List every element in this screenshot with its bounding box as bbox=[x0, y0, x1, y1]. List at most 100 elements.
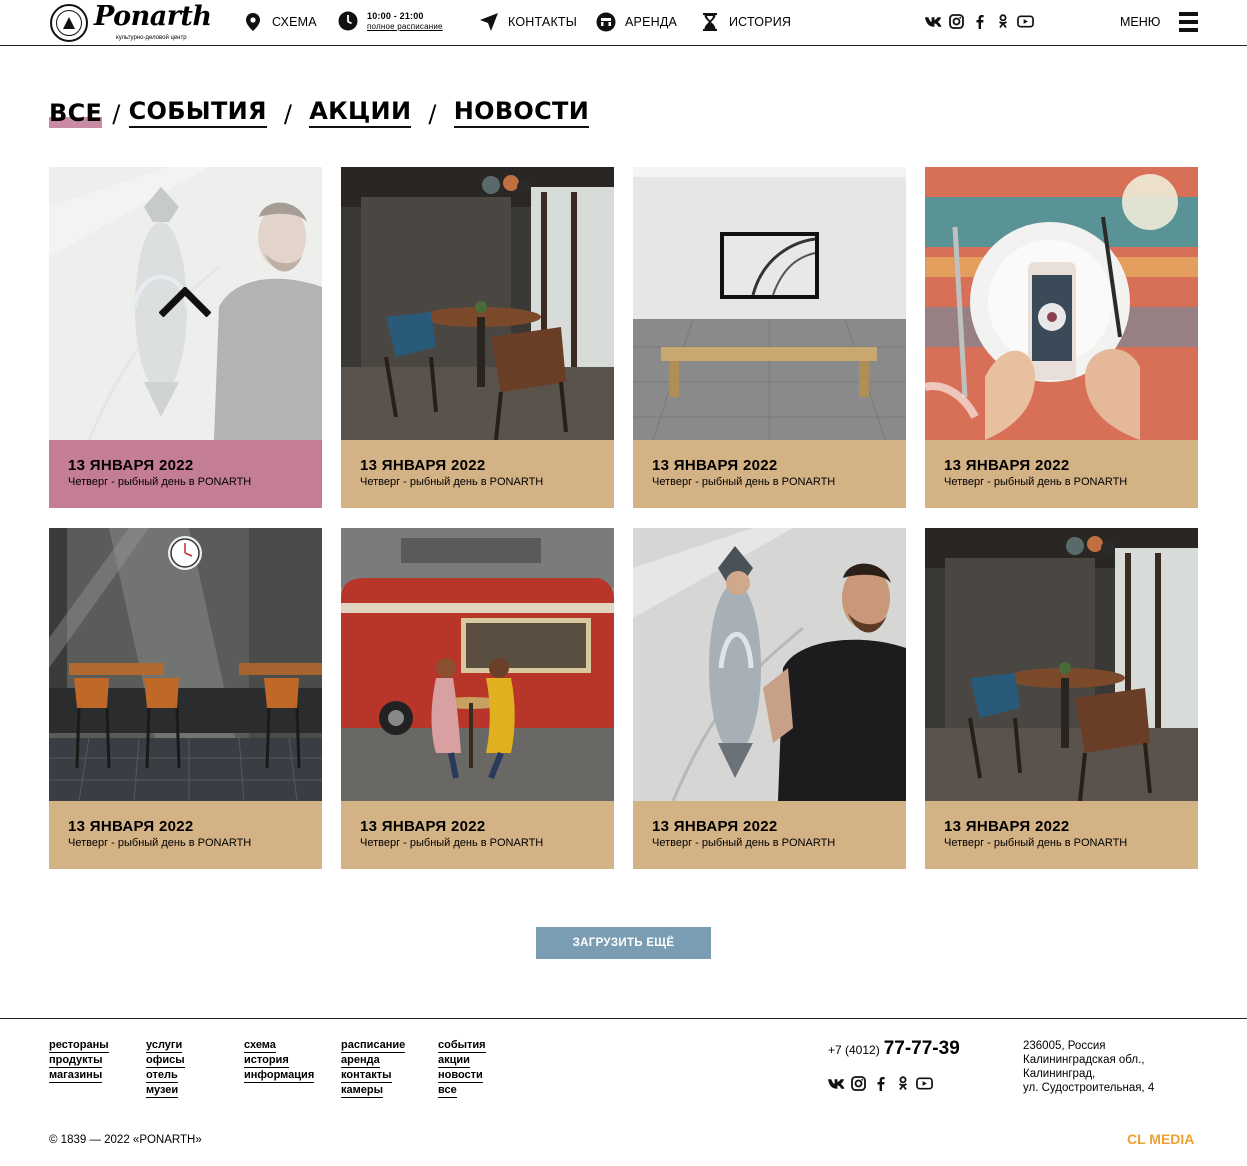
event-card[interactable]: 13 ЯНВАРЯ 2022 Четверг - рыбный день в P… bbox=[341, 528, 614, 869]
facebook-icon[interactable] bbox=[971, 13, 988, 30]
tab-separator: / bbox=[283, 100, 293, 128]
event-date: 13 ЯНВАРЯ 2022 bbox=[68, 457, 194, 474]
event-date: 13 ЯНВАРЯ 2022 bbox=[68, 818, 194, 835]
youtube-icon[interactable] bbox=[916, 1075, 933, 1092]
tab-news[interactable]: Новости bbox=[453, 97, 590, 128]
footer-link-contacts[interactable]: контакты bbox=[341, 1069, 392, 1083]
instagram-icon[interactable] bbox=[948, 13, 965, 30]
event-card[interactable]: 13 ЯНВАРЯ 2022 Четверг - рыбный день в P… bbox=[49, 528, 322, 869]
logo-subtitle: культурно-деловой центр bbox=[116, 35, 187, 41]
header-social-links bbox=[925, 13, 1034, 30]
vk-icon[interactable] bbox=[828, 1075, 845, 1092]
event-date: 13 ЯНВАРЯ 2022 bbox=[652, 818, 778, 835]
event-caption: 13 ЯНВАРЯ 2022 Четверг - рыбный день в P… bbox=[341, 801, 614, 869]
footer-links-col3: схема история информация bbox=[244, 1039, 315, 1083]
event-title: Четверг - рыбный день в PONARTH bbox=[360, 837, 544, 849]
event-card[interactable]: 13 ЯНВАРЯ 2022 Четверг - рыбный день в P… bbox=[49, 167, 322, 508]
rent-icon bbox=[596, 12, 616, 32]
phone-number: 77-77-39 bbox=[883, 1038, 960, 1059]
footer-link-rent[interactable]: аренда bbox=[341, 1054, 380, 1068]
facebook-icon[interactable] bbox=[872, 1075, 889, 1092]
nav-history[interactable]: История bbox=[700, 12, 791, 32]
event-image bbox=[341, 528, 614, 801]
event-image bbox=[49, 528, 322, 801]
footer-link-products[interactable]: продукты bbox=[49, 1054, 103, 1068]
address-line: Калининград, bbox=[1023, 1068, 1096, 1080]
tab-separator: / bbox=[428, 100, 437, 128]
hourglass-icon bbox=[700, 12, 720, 32]
nav-contacts[interactable]: Контакты bbox=[479, 12, 577, 32]
event-card[interactable]: 13 ЯНВАРЯ 2022 Четверг - рыбный день в P… bbox=[925, 167, 1198, 508]
event-card[interactable]: 13 ЯНВАРЯ 2022 Четверг - рыбный день в P… bbox=[925, 528, 1198, 869]
event-image bbox=[633, 167, 906, 440]
event-card[interactable]: 13 ЯНВАРЯ 2022 Четверг - рыбный день в P… bbox=[633, 528, 906, 869]
footer-link-news[interactable]: новости bbox=[438, 1069, 483, 1083]
nav-hours[interactable]: 10:00 - 21:00 полное расписание bbox=[338, 11, 443, 31]
tab-all[interactable]: Все bbox=[49, 99, 103, 128]
event-date: 13 ЯНВАРЯ 2022 bbox=[360, 818, 486, 835]
footer-link-promos[interactable]: акции bbox=[438, 1054, 470, 1068]
site-header: Ponarth культурно-деловой центр Схема 10… bbox=[0, 0, 1247, 46]
footer-link-restaurants[interactable]: рестораны bbox=[49, 1039, 109, 1053]
event-title: Четверг - рыбный день в PONARTH bbox=[652, 837, 836, 849]
vk-icon[interactable] bbox=[925, 13, 942, 30]
hamburger-menu-icon[interactable] bbox=[1179, 12, 1198, 32]
event-title: Четверг - рыбный день в PONARTH bbox=[68, 837, 252, 849]
footer-link-hotel[interactable]: отель bbox=[146, 1069, 178, 1083]
logo-wordmark: Ponarth bbox=[94, 1, 212, 32]
footer-link-all[interactable]: все bbox=[438, 1084, 457, 1098]
footer-link-history[interactable]: история bbox=[244, 1054, 289, 1068]
category-filter: Все / События / Акции / Новости bbox=[49, 97, 590, 128]
event-caption: 13 ЯНВАРЯ 2022 Четверг - рыбный день в P… bbox=[49, 440, 322, 508]
load-more-button[interactable]: Загрузить ещё bbox=[536, 927, 711, 959]
copyright: © 1839 — 2022 «PONARTH» bbox=[49, 1134, 202, 1146]
footer-links-col5: события акции новости все bbox=[438, 1039, 486, 1098]
instagram-icon[interactable] bbox=[850, 1075, 867, 1092]
odnoklassniki-icon[interactable] bbox=[994, 13, 1011, 30]
footer-link-offices[interactable]: офисы bbox=[146, 1054, 185, 1068]
footer-links-col4: расписание аренда контакты камеры bbox=[341, 1039, 406, 1098]
tab-promos[interactable]: Акции bbox=[309, 97, 412, 128]
youtube-icon[interactable] bbox=[1017, 13, 1034, 30]
footer-link-shops[interactable]: магазины bbox=[49, 1069, 103, 1083]
scroll-up-chevron-icon[interactable] bbox=[159, 287, 211, 317]
event-title: Четверг - рыбный день в PONARTH bbox=[944, 476, 1128, 488]
event-image bbox=[49, 167, 322, 440]
footer-phone[interactable]: +7 (4012) 77-77-39 bbox=[828, 1038, 960, 1060]
event-card[interactable]: 13 ЯНВАРЯ 2022 Четверг - рыбный день в P… bbox=[633, 167, 906, 508]
nav-history-label: История bbox=[729, 15, 792, 29]
logo-seal-icon bbox=[50, 4, 88, 42]
event-image bbox=[341, 167, 614, 440]
address-line: ул. Судостроительная, 4 bbox=[1023, 1082, 1155, 1094]
footer-link-schedule[interactable]: расписание bbox=[341, 1039, 406, 1053]
event-date: 13 ЯНВАРЯ 2022 bbox=[360, 457, 486, 474]
footer-link-services[interactable]: услуги bbox=[146, 1039, 183, 1053]
nav-rent[interactable]: Аренда bbox=[596, 12, 677, 32]
odnoklassniki-icon[interactable] bbox=[894, 1075, 911, 1092]
menu-label[interactable]: Меню bbox=[1120, 15, 1160, 29]
event-card[interactable]: 13 ЯНВАРЯ 2022 Четверг - рыбный день в P… bbox=[341, 167, 614, 508]
event-image bbox=[925, 528, 1198, 801]
event-title: Четверг - рыбный день в PONARTH bbox=[68, 476, 252, 488]
location-pin-icon bbox=[243, 12, 263, 32]
footer-link-information[interactable]: информация bbox=[244, 1069, 315, 1083]
footer-link-museums[interactable]: музеи bbox=[146, 1084, 179, 1098]
footer-link-events[interactable]: события bbox=[438, 1039, 486, 1053]
nav-scheme[interactable]: Схема bbox=[243, 12, 317, 32]
footer-links-col2: услуги офисы отель музеи bbox=[146, 1039, 185, 1098]
tab-events[interactable]: События bbox=[128, 97, 267, 128]
footer-link-scheme[interactable]: схема bbox=[244, 1039, 276, 1053]
event-image bbox=[633, 528, 906, 801]
footer-links-col1: рестораны продукты магазины bbox=[49, 1039, 109, 1083]
ponarth-logo[interactable]: Ponarth культурно-деловой центр bbox=[50, 1, 212, 43]
event-image bbox=[925, 167, 1198, 440]
event-caption: 13 ЯНВАРЯ 2022 Четверг - рыбный день в P… bbox=[925, 440, 1198, 508]
footer-address: 236005, Россия Калининградская обл., Кал… bbox=[1023, 1039, 1154, 1095]
footer-link-cameras[interactable]: камеры bbox=[341, 1084, 383, 1098]
event-caption: 13 ЯНВАРЯ 2022 Четверг - рыбный день в P… bbox=[925, 801, 1198, 869]
full-schedule-link[interactable]: полное расписание bbox=[367, 22, 443, 31]
navigation-arrow-icon bbox=[479, 12, 499, 32]
tab-separator: / bbox=[112, 100, 121, 128]
developer-credit-link[interactable]: CL MEDIA bbox=[1127, 1131, 1194, 1147]
hours-time: 10:00 - 21:00 bbox=[367, 10, 424, 21]
